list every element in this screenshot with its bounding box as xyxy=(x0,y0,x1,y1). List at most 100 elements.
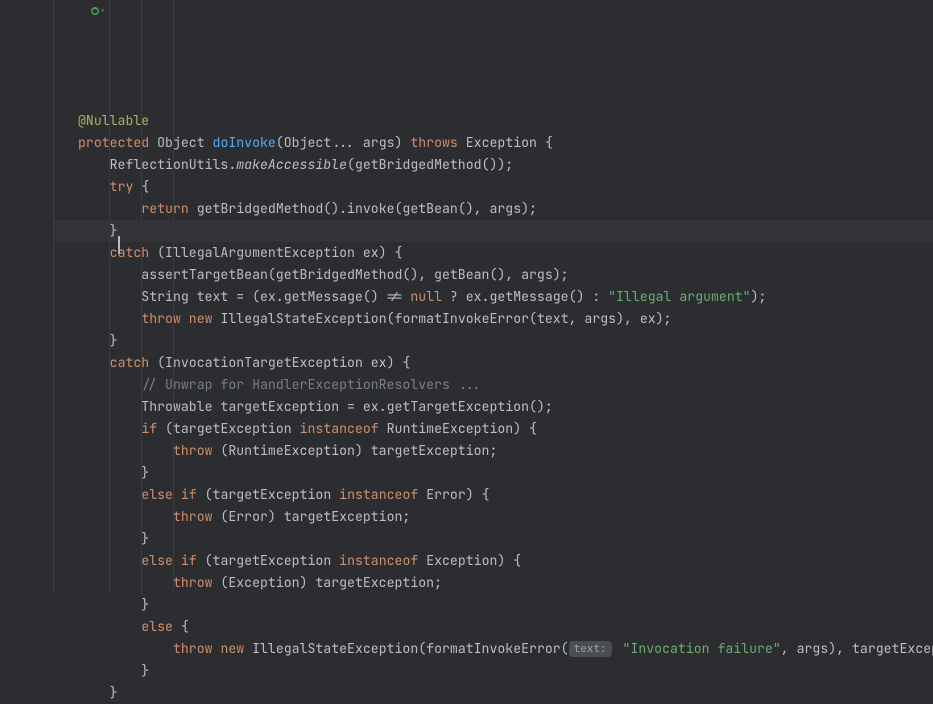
code-token: Exception) { xyxy=(418,552,521,569)
code-token: } xyxy=(78,684,118,701)
code-token: Error) { xyxy=(418,486,489,503)
code-token: RuntimeException) { xyxy=(379,420,537,437)
code-token xyxy=(78,354,110,371)
code-token: instanceof xyxy=(339,552,418,569)
code-token: throws xyxy=(410,134,457,151)
code-token: Exception { xyxy=(458,134,553,151)
code-token: instanceof xyxy=(339,486,418,503)
code-token: IllegalStateException(formatInvokeError( xyxy=(244,640,568,657)
code-token: (InvocationTargetException ex) { xyxy=(149,354,410,371)
code-line[interactable]: throw (Error) targetException; xyxy=(78,506,933,528)
code-token: (targetException xyxy=(197,486,339,503)
code-line[interactable]: throw (RuntimeException) targetException… xyxy=(78,440,933,462)
code-token xyxy=(181,310,189,327)
code-token: { xyxy=(133,178,149,195)
code-token: "Illegal argument" xyxy=(608,288,750,305)
code-token: throw xyxy=(173,640,213,657)
code-token xyxy=(78,200,141,217)
code-token: ? ex.getMessage() : xyxy=(442,288,608,305)
code-token: catch xyxy=(110,244,150,261)
code-line[interactable]: try { xyxy=(78,176,933,198)
code-line[interactable]: } xyxy=(78,330,933,352)
code-token: { xyxy=(173,618,189,635)
code-line[interactable]: protected Object doInvoke(Object... args… xyxy=(78,132,933,154)
code-line[interactable] xyxy=(78,88,933,110)
code-token: if xyxy=(141,420,157,437)
code-token xyxy=(78,552,141,569)
code-token: makeAccessible xyxy=(236,156,347,173)
code-token: new xyxy=(220,640,244,657)
code-line[interactable]: return getBridgedMethod().invoke(getBean… xyxy=(78,198,933,220)
code-token: ReflectionUtils. xyxy=(78,156,236,173)
code-token: } xyxy=(78,596,149,613)
code-token: throw xyxy=(141,310,181,327)
code-token: throw xyxy=(173,508,213,525)
editor-gutter[interactable] xyxy=(0,0,54,595)
code-token: (Exception) targetException; xyxy=(213,574,442,591)
code-token: // Unwrap for HandlerExceptionResolvers … xyxy=(141,376,481,393)
code-token xyxy=(78,486,141,503)
code-token: throw xyxy=(173,574,213,591)
code-line[interactable]: ReflectionUtils.makeAccessible(getBridge… xyxy=(78,154,933,176)
code-token: throw xyxy=(173,442,213,459)
code-token: getBridgedMethod().invoke(getBean(), arg… xyxy=(189,200,537,217)
code-line[interactable]: } xyxy=(78,660,933,682)
code-line[interactable]: } xyxy=(78,528,933,550)
code-token: } xyxy=(78,464,149,481)
code-token xyxy=(78,244,110,261)
code-token: if xyxy=(181,552,197,569)
code-token: IllegalStateException(formatInvokeError(… xyxy=(213,310,672,327)
code-line[interactable]: catch (InvocationTargetException ex) { xyxy=(78,352,933,374)
code-token xyxy=(173,552,181,569)
code-token: } xyxy=(78,332,118,349)
code-token xyxy=(78,640,173,657)
code-line[interactable]: } xyxy=(78,682,933,704)
code-line[interactable]: throw new IllegalStateException(formatIn… xyxy=(78,638,933,660)
code-line[interactable]: // Unwrap for HandlerExceptionResolvers … xyxy=(78,374,933,396)
code-token xyxy=(615,640,623,657)
code-token: (IllegalArgumentException ex) { xyxy=(149,244,402,261)
code-token: String text = (ex.getMessage() != xyxy=(78,288,410,305)
code-token: else xyxy=(141,552,173,569)
code-token: (Error) targetException; xyxy=(213,508,411,525)
code-editor[interactable]: @Nullable protected Object doInvoke(Objec… xyxy=(54,0,933,595)
code-token: instanceof xyxy=(300,420,379,437)
code-line[interactable]: if (targetException instanceof RuntimeEx… xyxy=(78,418,933,440)
code-token xyxy=(78,442,173,459)
parameter-hint: text: xyxy=(569,641,612,657)
code-line[interactable]: else { xyxy=(78,616,933,638)
code-line[interactable]: else if (targetException instanceof Exce… xyxy=(78,550,933,572)
code-token: (getBridgedMethod()); xyxy=(347,156,513,173)
code-line[interactable]: catch (IllegalArgumentException ex) { xyxy=(78,242,933,264)
code-token: doInvoke xyxy=(213,134,276,151)
code-token: new xyxy=(189,310,213,327)
code-token: try xyxy=(110,178,134,195)
code-token: protected xyxy=(78,134,149,151)
code-token xyxy=(78,310,141,327)
code-line[interactable]: @Nullable xyxy=(78,110,933,132)
code-token xyxy=(78,376,141,393)
code-line[interactable]: Throwable targetException = ex.getTarget… xyxy=(78,396,933,418)
code-line[interactable]: throw new IllegalStateException(formatIn… xyxy=(78,308,933,330)
code-line[interactable]: } xyxy=(78,594,933,616)
code-token xyxy=(78,178,110,195)
code-line[interactable]: assertTargetBean(getBridgedMethod(), get… xyxy=(78,264,933,286)
code-token: (Object... args) xyxy=(276,134,411,151)
code-line[interactable]: else if (targetException instanceof Erro… xyxy=(78,484,933,506)
code-token: } xyxy=(78,662,149,679)
code-token xyxy=(213,640,221,657)
code-token: return xyxy=(141,200,188,217)
code-token: Throwable targetException = ex.getTarget… xyxy=(78,398,553,415)
code-line[interactable]: String text = (ex.getMessage() != null ?… xyxy=(78,286,933,308)
code-token xyxy=(78,618,141,635)
code-line[interactable]: } xyxy=(78,462,933,484)
code-token: ); xyxy=(751,288,767,305)
code-line[interactable]: } xyxy=(78,220,933,242)
code-token: if xyxy=(181,486,197,503)
code-token: } xyxy=(78,530,149,547)
code-token xyxy=(78,420,141,437)
code-token: @Nullable xyxy=(78,112,149,129)
code-token: Object xyxy=(149,134,212,151)
code-line[interactable]: throw (Exception) targetException; xyxy=(78,572,933,594)
code-token xyxy=(78,574,173,591)
